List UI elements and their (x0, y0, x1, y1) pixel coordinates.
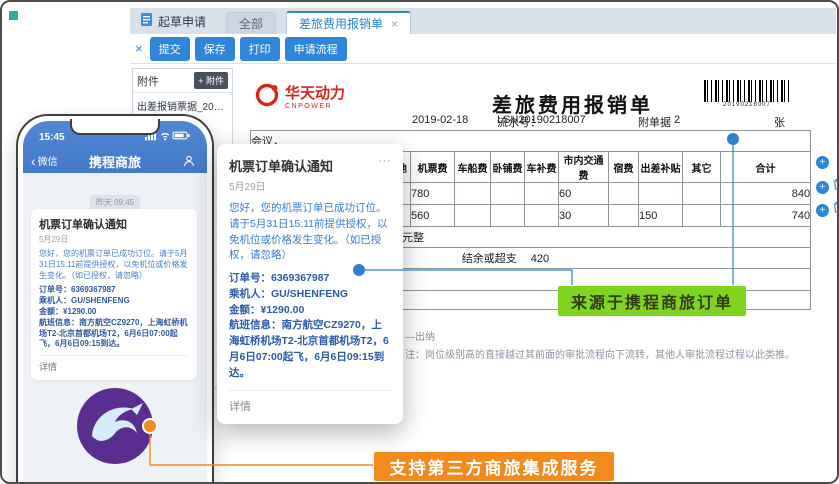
row2-add-icon[interactable]: + (816, 203, 829, 217)
form-anchor-dot (727, 133, 739, 145)
message-card[interactable]: 机票订单确认通知 5月29日 您好，您的机票订单已成功订位。请于5月31日15:… (31, 209, 197, 381)
receipts-count[interactable]: 2 (674, 114, 680, 126)
add-row-control: + (816, 156, 829, 169)
col-lodging: 宿费 (608, 151, 639, 183)
form-info-row: 2019-02-18 流水号： LSH20190218007 附单据 2 张 (412, 114, 785, 129)
logo-anchor-dot (142, 418, 158, 434)
col-travel-allowance: 出差补贴 (638, 151, 683, 183)
col-bus-fare: 车船费 (454, 151, 491, 183)
form-note-1: —出纳 (405, 332, 435, 343)
toolbar: × 提交 保存 打印 申请流程 (130, 34, 836, 64)
message-title: 机票订单确认通知 (39, 219, 127, 231)
col-sleeper-fare: 卧铺费 (490, 151, 525, 183)
col-other: 其它 (682, 151, 721, 183)
logo-ring-icon (254, 82, 280, 113)
message-fields: 订单号：6369367987 乘机人：GU/SHENFENG 金额：¥1290.… (39, 285, 188, 349)
receipts-unit: 张 (774, 117, 785, 129)
col-vehicle-subsidy: 车补费 (524, 151, 559, 183)
popup-title: 机票订单确认通知 (229, 159, 334, 174)
more-icon[interactable]: ⋯ (378, 154, 391, 167)
close-icon[interactable]: × (391, 17, 398, 31)
tab-bar: 起草申请 全部 差旅费用报销单 × (130, 8, 836, 35)
popup-body: 您好，您的机票订单已成功订位。请于5月31日15:11前提供授权，以免机位或价格… (229, 202, 388, 262)
chat-title: 携程商旅 (88, 155, 141, 170)
document-icon (140, 12, 153, 30)
tab-all-label: 全部 (239, 17, 264, 31)
form-note-2: 注：岗位级别高的直接越过其前面的审批流程向下流转，其他人审批流程过程以此类推。 (405, 350, 795, 361)
col-airfare: 机票费 (410, 151, 455, 183)
receipts-label: 附单据 (638, 117, 671, 129)
row1-add-icon[interactable]: + (816, 180, 829, 194)
barcode-stripes (704, 80, 790, 102)
tab-expense-form[interactable]: 差旅费用报销单 × (286, 11, 412, 34)
corner-mark (9, 11, 18, 20)
chat-timestamp: 昨天 09:45 (89, 195, 141, 210)
submit-button[interactable]: 提交 (149, 36, 190, 61)
attachments-title: 附件 (137, 75, 159, 88)
col-city-transport: 市内交通费 (558, 151, 609, 183)
form-date[interactable]: 2019-02-18 (412, 114, 468, 126)
balance-value: 420 (530, 253, 550, 265)
workflow-button[interactable]: 申请流程 (284, 36, 347, 61)
row2-trash-icon[interactable] (832, 201, 837, 219)
message-popup: 机票订单确认通知 ⋯ 5月29日 您好，您的机票订单已成功订位。请于5月31日1… (217, 144, 403, 425)
phone-screen: 15:45 ‹ 微信 携程商旅 昨天 09:45 机票订单确认通知 5月29日 … (23, 121, 207, 482)
popup-anchor-dot (353, 264, 365, 276)
details-link[interactable]: 详情 (39, 356, 189, 373)
popup-fields: 订单号：6369367987 乘机人：GU/SHENFENG 金额：¥1290.… (229, 272, 389, 379)
message-date: 5月29日 (39, 235, 69, 244)
source-annotation: 来源于携程商旅订单 (558, 286, 747, 316)
logo-subtitle: CNPOWER (285, 102, 333, 110)
logo-name: 华天动力 (285, 84, 346, 102)
add-row-icon[interactable]: + (816, 156, 829, 169)
phone-mockup: 15:45 ‹ 微信 携程商旅 昨天 09:45 机票订单确认通知 5月29日 … (16, 114, 214, 482)
company-logo: 华天动力 CNPOWER (254, 82, 345, 113)
contact-icon[interactable] (183, 154, 195, 172)
popup-date: 5月29日 (229, 182, 266, 193)
tab-expense-form-label: 差旅费用报销单 (299, 17, 384, 31)
balance-label: 结余或超支 (461, 253, 517, 265)
draft-application-menu[interactable]: 起草申请 (130, 8, 216, 34)
message-body: 您好，您的机票订单已成功订位。请于5月31日15:11前提供授权，以免机位或价格… (39, 249, 188, 280)
row2-controls: + (816, 201, 837, 219)
collapse-icon[interactable]: × (135, 41, 143, 56)
phone-notch (70, 119, 160, 135)
barcode-number: 20190218007 (723, 102, 771, 108)
col-total: 合计 (719, 151, 812, 183)
barcode: 20190218007 (704, 80, 790, 108)
save-button[interactable]: 保存 (194, 36, 235, 61)
tab-all[interactable]: 全部 (226, 12, 277, 34)
row1-trash-icon[interactable] (832, 178, 837, 196)
app-window: 起草申请 全部 差旅费用报销单 × × 提交 保存 打印 申请流程 附件 + 附… (0, 0, 839, 484)
popup-details-link[interactable]: 详情 (229, 391, 391, 414)
status-time: 15:45 (39, 131, 65, 143)
add-attachment-button[interactable]: + 附件 (194, 72, 228, 89)
row1-controls: + (816, 178, 837, 196)
menu-label: 起草申请 (158, 14, 207, 29)
print-button[interactable]: 打印 (239, 36, 280, 61)
integration-banner: 支持第三方商旅集成服务 (374, 452, 614, 481)
